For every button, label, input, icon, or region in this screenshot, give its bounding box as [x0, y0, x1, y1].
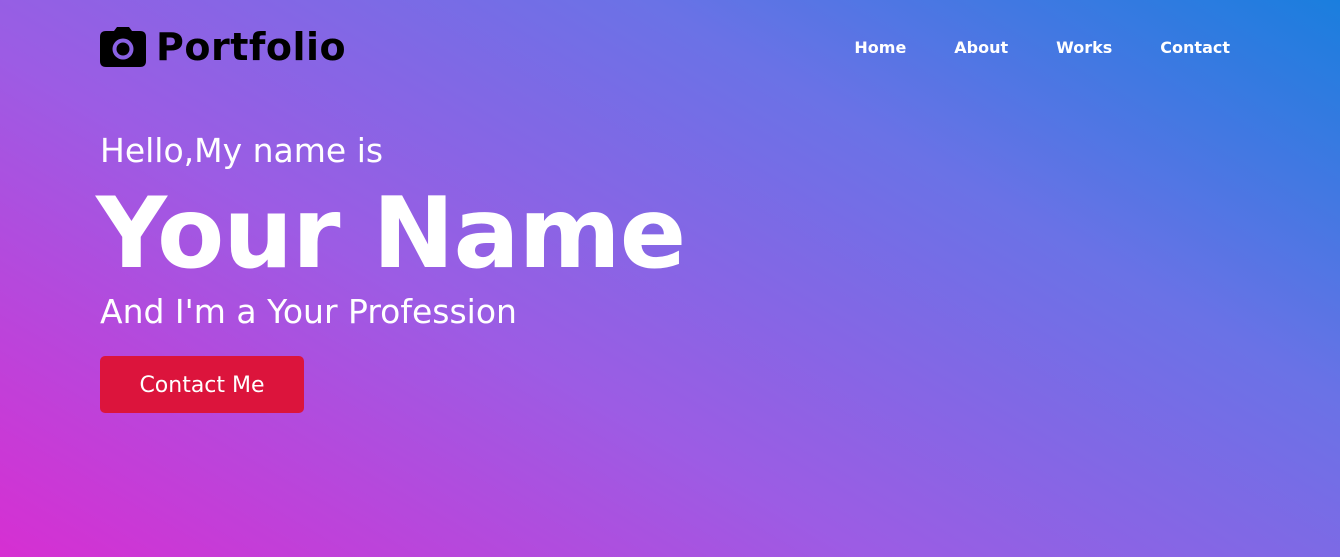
brand-name: Portfolio	[156, 25, 347, 69]
camera-icon	[100, 27, 146, 67]
hero-greeting: Hello,My name is	[100, 131, 384, 170]
navbar: Portfolio Home About Works Contact	[100, 22, 1230, 72]
hero-name: Your Name	[96, 177, 686, 291]
nav-item-works: Works	[1032, 32, 1136, 63]
hero-profession: And I'm a Your Profession	[100, 292, 517, 331]
brand-logo[interactable]: Portfolio	[100, 27, 346, 67]
nav-menu: Home About Works Contact	[830, 32, 1230, 63]
nav-link-about[interactable]: About	[930, 32, 1032, 63]
contact-me-button[interactable]: Contact Me	[100, 356, 304, 413]
nav-link-contact[interactable]: Contact	[1136, 32, 1230, 63]
nav-link-home[interactable]: Home	[830, 32, 930, 63]
nav-item-about: About	[930, 32, 1032, 63]
nav-item-home: Home	[830, 32, 930, 63]
hero-section: Hello,My name is Your Name And I'm a You…	[96, 128, 686, 413]
nav-item-contact: Contact	[1136, 32, 1230, 63]
nav-link-works[interactable]: Works	[1032, 32, 1136, 63]
